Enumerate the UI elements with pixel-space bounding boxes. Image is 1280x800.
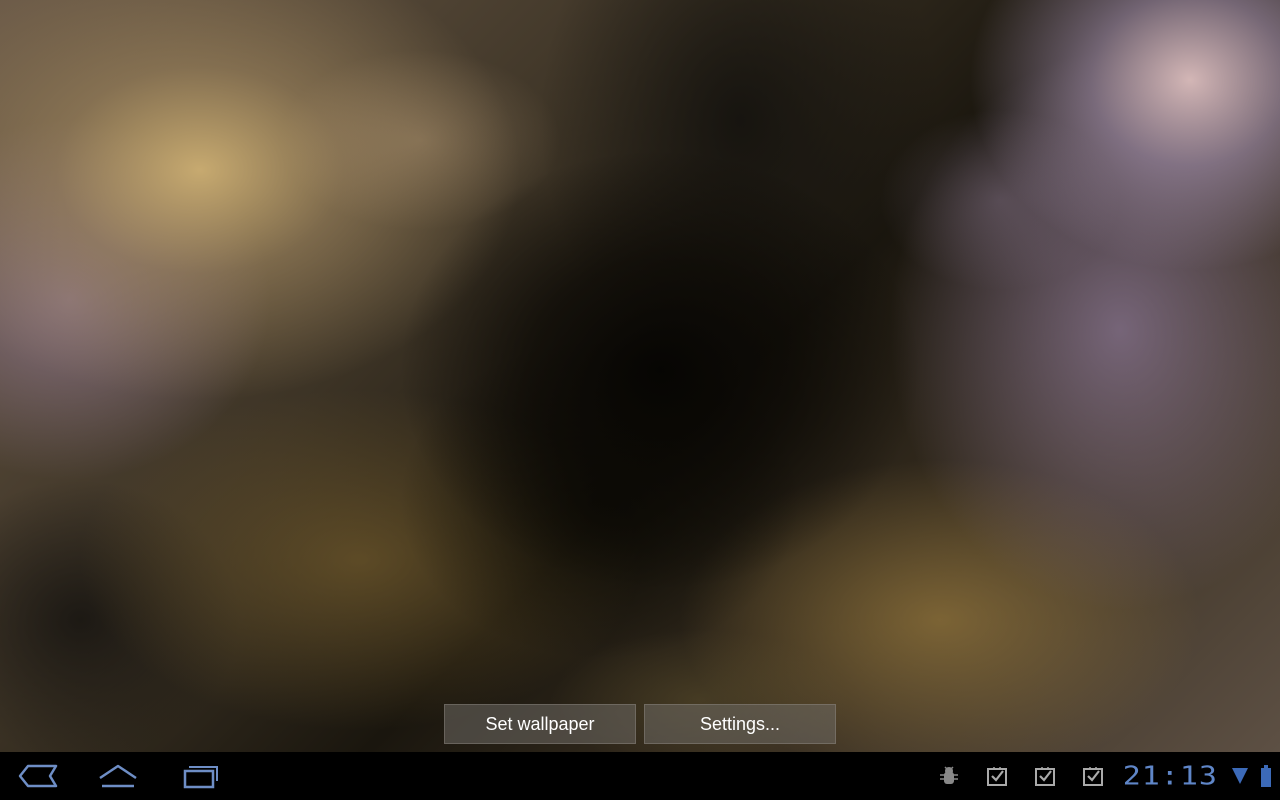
home-icon [99,764,137,788]
wifi-signal-icon [1228,752,1252,800]
status-area[interactable]: 21:13 [925,752,1280,800]
clock: 21:13 [1122,761,1218,791]
back-icon [18,764,58,788]
android-debug-icon [925,752,973,800]
download-done-icon [1021,752,1069,800]
recent-apps-button[interactable] [170,760,226,792]
download-done-icon [1069,752,1117,800]
tablet-screen: Set wallpaper Settings... 21:13 [0,0,1280,800]
back-button[interactable] [10,760,66,792]
wallpaper-action-bar: Set wallpaper Settings... [444,704,836,744]
wallpaper-haze [0,0,1280,752]
recent-apps-icon [183,766,218,789]
set-wallpaper-button[interactable]: Set wallpaper [444,704,636,744]
battery-icon [1252,752,1280,800]
system-bar: 21:13 [0,752,1280,800]
settings-button[interactable]: Settings... [644,704,836,744]
download-done-icon [973,752,1021,800]
home-button[interactable] [90,760,146,792]
